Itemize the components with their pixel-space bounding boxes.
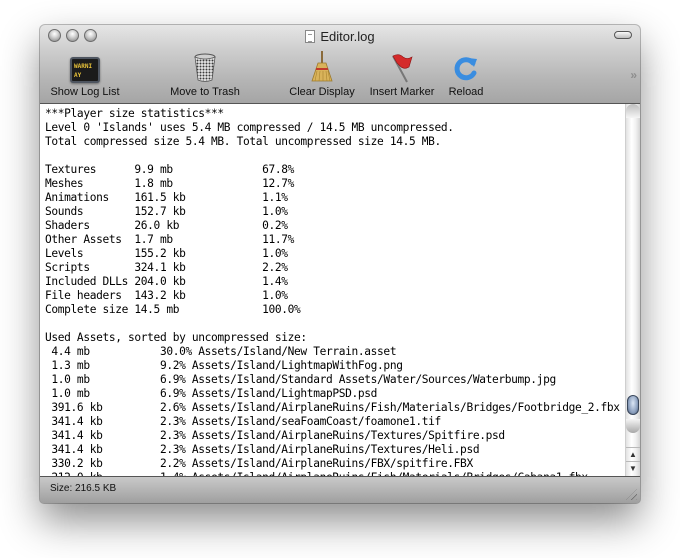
log-line: Animations 161.5 kb 1.1% — [45, 191, 288, 204]
scrollbar-track-cap — [626, 104, 640, 118]
scrollbar-thumb[interactable] — [627, 395, 639, 415]
log-line: 341.4 kb 2.3% Assets/Island/seaFoamCoast… — [45, 415, 441, 428]
log-line: 1.3 mb 9.2% Assets/Island/LightmapWithFo… — [45, 359, 403, 372]
status-bar: Size: 216.5 KB — [40, 477, 640, 503]
log-line: ***Player size statistics*** — [45, 107, 224, 120]
move-to-trash-label: Move to Trash — [170, 86, 240, 98]
log-line: 391.6 kb 2.6% Assets/Island/AirplaneRuin… — [45, 401, 620, 414]
clear-display-label: Clear Display — [289, 86, 355, 98]
log-line: Scripts 324.1 kb 2.2% — [45, 261, 288, 274]
log-line: 341.4 kb 2.3% Assets/Island/AirplaneRuin… — [45, 429, 505, 442]
window-title-text: Editor.log — [320, 29, 375, 44]
log-console-icon-line2: AY 7:36 — [74, 72, 82, 79]
scroll-up-arrow[interactable]: ▲ — [626, 447, 640, 462]
move-to-trash-button[interactable]: Move to Trash — [164, 51, 246, 99]
document-icon — [305, 30, 316, 43]
log-console-icon-line1: WARNI — [74, 63, 93, 70]
log-view: ***Player size statistics*** Level 0 'Isl… — [40, 104, 640, 477]
toolbar-toggle-button[interactable] — [614, 31, 632, 39]
log-line: 1.0 mb 6.9% Assets/Island/LightmapPSD.ps… — [45, 387, 378, 400]
log-line: 330.2 kb 2.2% Assets/Island/AirplaneRuin… — [45, 457, 473, 470]
log-line: 341.4 kb 2.3% Assets/Island/AirplaneRuin… — [45, 443, 480, 456]
resize-grip[interactable] — [626, 489, 637, 500]
editor-log-window: Editor.log WARNI AY 7:36 Show Log List — [40, 25, 640, 503]
insert-marker-button[interactable]: Insert Marker — [366, 51, 438, 99]
reload-icon — [454, 57, 477, 81]
unified-titlebar-toolbar: Editor.log WARNI AY 7:36 Show Log List — [40, 25, 640, 104]
log-line: Meshes 1.8 mb 12.7% — [45, 177, 295, 190]
log-line: Levels 155.2 kb 1.0% — [45, 247, 288, 260]
toolbar-overflow-button[interactable]: » — [630, 68, 636, 82]
log-line: Textures 9.9 mb 67.8% — [45, 163, 295, 176]
log-line: File headers 143.2 kb 1.0% — [45, 289, 288, 302]
broom-icon — [311, 51, 333, 82]
window-title: Editor.log — [40, 28, 640, 45]
log-line: Other Assets 1.7 mb 11.7% — [45, 233, 295, 246]
log-line: Used Assets, sorted by uncompressed size… — [45, 331, 307, 344]
vertical-scrollbar[interactable]: ▲ ▼ — [625, 104, 640, 476]
log-line: 1.0 mb 6.9% Assets/Island/Standard Asset… — [45, 373, 556, 386]
trash-icon — [194, 53, 216, 82]
scroll-down-arrow[interactable]: ▼ — [626, 461, 640, 476]
flag-icon — [392, 54, 413, 83]
reload-label: Reload — [448, 86, 484, 98]
insert-marker-label: Insert Marker — [369, 86, 435, 98]
clear-display-button[interactable]: Clear Display — [286, 51, 358, 99]
file-size-status: Size: 216.5 KB — [50, 483, 117, 494]
log-line: Level 0 'Islands' uses 5.4 MB compressed… — [45, 121, 454, 134]
log-line: Complete size 14.5 mb 100.0% — [45, 303, 301, 316]
log-console-icon: WARNI AY 7:36 — [70, 57, 100, 83]
log-line: 212.0 kb 1.4% Assets/Island/AirplaneRuin… — [45, 471, 624, 476]
log-line: Included DLLs 204.0 kb 1.4% — [45, 275, 288, 288]
show-log-list-label: Show Log List — [50, 86, 120, 98]
log-line: Sounds 152.7 kb 1.0% — [45, 205, 288, 218]
scrollbar-track-cap — [626, 419, 640, 433]
log-line: Total compressed size 5.4 MB. Total unco… — [45, 135, 441, 148]
log-line: 4.4 mb 30.0% Assets/Island/New Terrain.a… — [45, 345, 397, 358]
reload-button[interactable]: Reload — [444, 51, 488, 99]
show-log-list-button[interactable]: WARNI AY 7:36 Show Log List — [48, 51, 122, 99]
log-text-area[interactable]: ***Player size statistics*** Level 0 'Isl… — [40, 104, 624, 476]
log-line: Shaders 26.0 kb 0.2% — [45, 219, 288, 232]
